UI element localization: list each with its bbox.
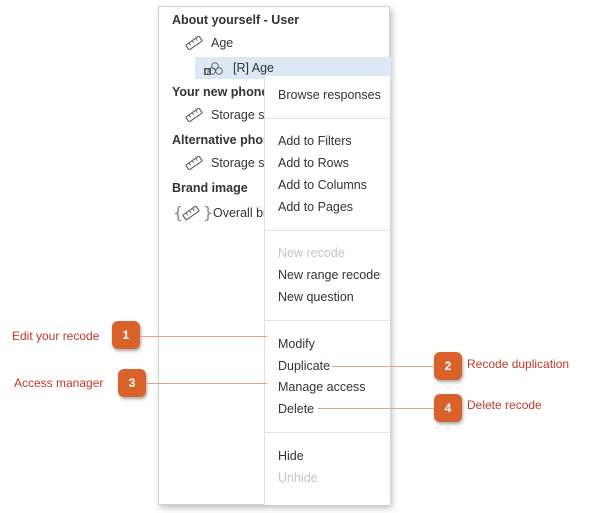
menu-item-add-to-pages[interactable]: Add to Pages [278, 199, 353, 215]
menu-item-delete[interactable]: Delete [278, 401, 314, 417]
braces-icon: { } [173, 204, 213, 222]
callout-leader-1 [140, 336, 267, 337]
ruler-icon [185, 36, 203, 50]
menu-item-modify[interactable]: Modify [278, 336, 315, 352]
menu-item-new-recode: New recode [278, 246, 345, 260]
ruler-icon [185, 108, 203, 122]
tree-group-brand-image[interactable]: Brand image [172, 181, 248, 195]
menu-divider [265, 432, 391, 433]
menu-item-add-to-rows[interactable]: Add to Rows [278, 155, 349, 171]
svg-text:{: { [173, 204, 183, 222]
callout-label-edit-recode: Edit your recode [12, 329, 100, 343]
menu-divider [265, 230, 391, 231]
menu-item-new-range-recode[interactable]: New range recode [278, 267, 380, 283]
ruler-icon [185, 156, 203, 170]
callout-leader-4 [318, 408, 434, 409]
callout-label-delete-recode: Delete recode [467, 398, 542, 412]
tree-item-label: Storage si [211, 156, 268, 170]
menu-item-manage-access[interactable]: Manage access [278, 379, 366, 395]
recode-icon: R [204, 62, 223, 76]
callout-leader-3 [146, 383, 267, 384]
menu-divider [265, 320, 391, 321]
tree-group-about-yourself[interactable]: About yourself - User [172, 13, 299, 27]
menu-item-add-to-filters[interactable]: Add to Filters [278, 133, 352, 149]
tree-item-overall[interactable]: { } Overall br [173, 204, 267, 222]
callout-leader-2 [332, 366, 434, 367]
menu-item-new-question[interactable]: New question [278, 289, 354, 305]
context-menu: Browse responses Add to Filters Add to R… [264, 76, 391, 505]
menu-item-browse-responses[interactable]: Browse responses [278, 87, 381, 103]
tree-item-storage-2[interactable]: Storage si [185, 156, 267, 170]
menu-item-hide[interactable]: Hide [278, 448, 304, 464]
menu-item-unhide: Unhide [278, 471, 318, 485]
menu-divider [265, 118, 391, 119]
tree-item-label: [R] Age [233, 61, 274, 75]
callout-label-recode-duplication: Recode duplication [467, 357, 570, 371]
callout-badge-1: 1 [112, 321, 140, 349]
menu-item-add-to-columns[interactable]: Add to Columns [278, 177, 367, 193]
tree-item-label: Storage si [211, 108, 268, 122]
svg-text:}: } [203, 204, 213, 222]
callout-badge-4: 4 [434, 394, 462, 422]
menu-item-duplicate[interactable]: Duplicate [278, 358, 330, 374]
callout-badge-2: 2 [434, 352, 462, 380]
tree-item-label: Age [211, 36, 234, 50]
tree-group-your-new-phone[interactable]: Your new phone [172, 85, 268, 99]
tree-group-alternative-phone[interactable]: Alternative phon [172, 133, 271, 147]
tree-item-storage-1[interactable]: Storage si [185, 108, 267, 122]
tree-item-age[interactable]: Age [185, 36, 233, 50]
callout-badge-3: 3 [118, 369, 146, 397]
callout-label-access-manager: Access manager [14, 376, 104, 390]
tree-item-label: Overall br [213, 206, 268, 220]
